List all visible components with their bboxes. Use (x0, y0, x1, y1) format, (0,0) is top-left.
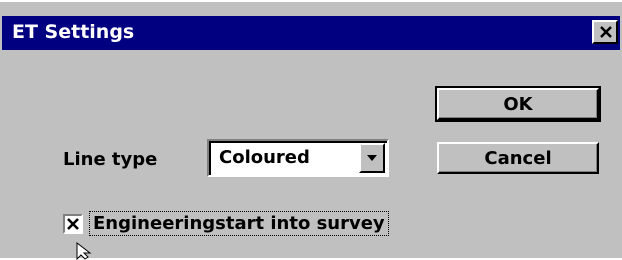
et-settings-dialog: ET Settings OK Cancel Line type Coloured… (0, 0, 622, 260)
mouse-pointer-icon (76, 242, 92, 260)
dropdown-arrow-button[interactable] (359, 143, 385, 173)
line-type-dropdown[interactable]: Coloured (207, 139, 389, 177)
engineering-start-checkbox[interactable] (63, 214, 83, 234)
line-type-value: Coloured (219, 147, 310, 168)
close-button[interactable] (592, 20, 618, 44)
close-icon (600, 26, 612, 38)
window-title: ET Settings (12, 21, 135, 43)
ok-button[interactable]: OK (435, 86, 601, 122)
title-bar[interactable]: ET Settings (2, 16, 620, 50)
checkmark-icon (67, 218, 79, 230)
chevron-down-icon (367, 155, 377, 161)
line-type-label: Line type (63, 149, 158, 170)
engineering-start-label[interactable]: Engineeringstart into survey (89, 211, 389, 236)
cancel-button[interactable]: Cancel (437, 142, 599, 174)
